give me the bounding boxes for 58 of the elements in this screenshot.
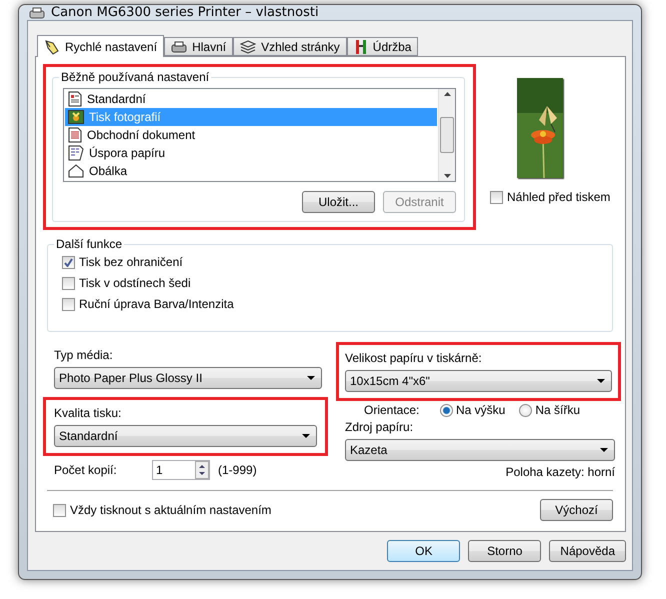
list-item[interactable]: Standardní [65,90,437,108]
field-label: Velikost papíru v tiskárně: [345,351,483,365]
media-type-dropdown[interactable]: Photo Paper Plus Glossy II [54,367,322,389]
dropdown-arrow-icon [600,448,608,452]
tab[interactable]: Hlavní [164,37,234,56]
document-icon [68,145,84,161]
group-title: Běžně používaná nastavení [59,70,212,84]
field-label: Typ média: [54,348,114,362]
tab[interactable]: Vzhled stránky [233,37,347,56]
dropdown-arrow-icon [597,379,605,383]
checkbox-label: Náhled před tiskem [507,190,610,204]
preset-button[interactable]: Uložit... [302,191,375,213]
radio-button[interactable] [519,404,532,416]
checkbox-label: Vždy tisknout s aktuálním nastavením [70,503,272,517]
document-icon [68,127,82,143]
tray-position-text: Poloha kazety: horní [506,465,615,479]
document-icon [68,91,82,107]
tab[interactable]: Rychlé nastavení [37,35,164,57]
paper-size-dropdown[interactable]: 10x15cm 4"x6" [345,370,612,392]
paper-source-dropdown[interactable]: Kazeta [345,439,615,461]
checkbox[interactable] [53,504,66,516]
list-item[interactable]: Úspora papíru [65,144,437,162]
defaults-button[interactable]: Výchozí [540,499,613,521]
radio-label: Na výšku [456,403,506,417]
checkbox[interactable] [62,298,75,310]
photo-icon [68,110,84,124]
copies-spinbox[interactable]: 1 [152,460,210,480]
spin-arrows-icon[interactable] [195,461,209,479]
quality-dropdown[interactable]: Standardní [54,425,317,447]
field-label: Kvalita tisku: [54,406,122,420]
dropdown-arrow-icon [302,434,310,438]
radio-label: Na šířku [535,403,580,417]
dialog-button[interactable]: OK [387,540,460,562]
checkbox[interactable] [62,276,75,290]
checkbox-label: Tisk bez ohraničení [79,255,183,269]
printer-icon [171,40,188,54]
group-title: Další funkce [54,237,124,251]
radio-button[interactable] [440,404,453,416]
scrollbar[interactable] [438,89,455,181]
checkbox[interactable] [490,190,503,204]
list-item[interactable]: Obchodní dokument [65,126,437,144]
checkbox-label: Ruční úprava Barva/Intenzita [79,297,234,311]
dropdown-arrow-icon [307,376,315,380]
range-text: (1-999) [218,463,257,477]
dialog-button[interactable]: Nápověda [549,540,626,562]
dialog-button[interactable]: Storno [468,540,542,562]
tab[interactable]: Údržba [346,37,418,56]
field-label: Počet kopií: [54,463,118,477]
checkbox-label: Tisk v odstínech šedi [79,276,191,290]
field-label: Zdroj papíru: [345,420,414,434]
field-label: Orientace: [364,403,420,417]
window-title: Canon MG6300 series Printer – vlastnosti [51,5,319,20]
tools-icon [354,38,368,54]
checkbox[interactable] [62,256,75,268]
list-item[interactable]: Obálka [65,162,437,180]
scroll-down-icon[interactable] [444,174,450,178]
layers-icon [240,40,256,54]
scroll-up-icon[interactable] [444,92,450,96]
